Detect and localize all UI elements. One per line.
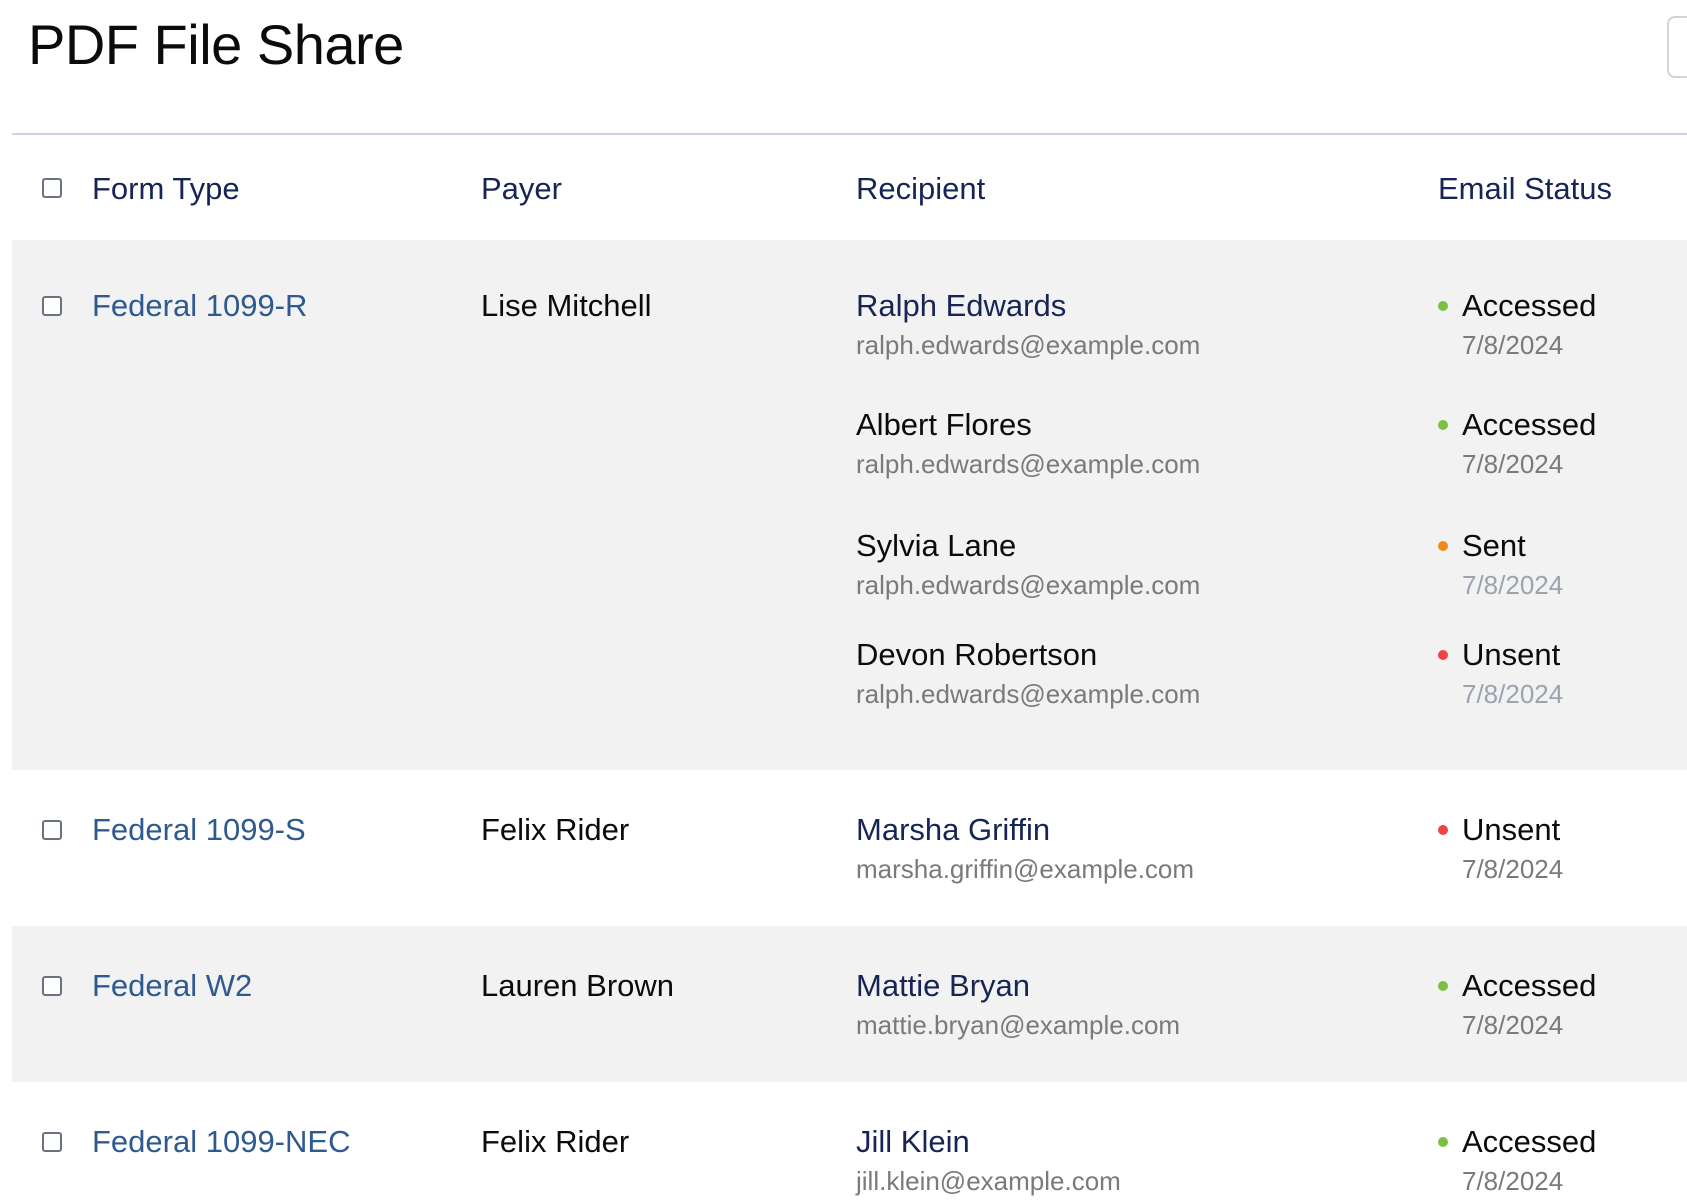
status-dot-icon — [1438, 301, 1448, 311]
recipient-entry: Devon Robertson ralph.edwards@example.co… — [856, 635, 1376, 711]
table-row[interactable]: Federal 1099-R Lise Mitchell Ralph Edwar… — [12, 240, 1687, 770]
row-checkbox[interactable] — [42, 1132, 62, 1152]
toolbar-button[interactable] — [1667, 16, 1687, 78]
header-payer[interactable]: Payer — [481, 169, 562, 209]
recipient-name: Albert Flores — [856, 407, 1032, 442]
recipient-name: Marsha Griffin — [856, 812, 1051, 847]
status-dot-icon — [1438, 1137, 1448, 1147]
table-row[interactable]: Federal 1099-S Felix Rider Marsha Griffi… — [12, 770, 1687, 926]
table-row[interactable]: Federal W2 Lauren Brown Mattie Bryan mat… — [12, 926, 1687, 1082]
recipient-name: Devon Robertson — [856, 637, 1098, 672]
status-dot-icon — [1438, 650, 1448, 660]
header-recipient[interactable]: Recipient — [856, 169, 985, 209]
status-label: Accessed — [1438, 966, 1687, 1006]
payer-name: Lise Mitchell — [481, 288, 652, 323]
status-date: 7/8/2024 — [1462, 449, 1564, 479]
form-type-link[interactable]: Federal W2 — [92, 966, 252, 1006]
status-dot-icon — [1438, 981, 1448, 991]
status-date: 7/8/2024 — [1462, 1166, 1564, 1196]
recipient-entry: Albert Flores ralph.edwards@example.com — [856, 405, 1376, 481]
recipient-email: ralph.edwards@example.com — [856, 570, 1201, 600]
email-status: Sent 7/8/2024 — [1438, 526, 1687, 602]
recipient-email: ralph.edwards@example.com — [856, 449, 1201, 479]
payer-name: Lauren Brown — [481, 968, 675, 1003]
recipient-entry: Marsha Griffin marsha.griffin@example.co… — [856, 810, 1376, 886]
email-status: Unsent 7/8/2024 — [1438, 635, 1687, 711]
table-row[interactable]: Federal 1099-NEC Felix Rider Jill Klein … — [12, 1082, 1687, 1200]
header-email-status[interactable]: Email Status — [1438, 169, 1612, 209]
select-all-checkbox[interactable] — [42, 178, 62, 198]
status-date: 7/8/2024 — [1462, 854, 1564, 884]
recipient-entry: Sylvia Lane ralph.edwards@example.com — [856, 526, 1376, 602]
status-label: Accessed — [1438, 405, 1687, 445]
recipient-email: ralph.edwards@example.com — [856, 330, 1201, 360]
status-date: 7/8/2024 — [1462, 679, 1564, 709]
table-header-row: Form Type Payer Recipient Email Status — [12, 135, 1687, 240]
status-label: Accessed — [1438, 1122, 1687, 1162]
status-dot-icon — [1438, 825, 1448, 835]
status-label: Sent — [1438, 526, 1687, 566]
status-dot-icon — [1438, 541, 1448, 551]
status-dot-icon — [1438, 420, 1448, 430]
file-share-table: Form Type Payer Recipient Email Status F… — [12, 135, 1687, 1200]
email-status: Accessed 7/8/2024 — [1438, 405, 1687, 481]
email-status: Unsent 7/8/2024 — [1438, 810, 1687, 886]
form-type-link[interactable]: Federal 1099-R — [92, 286, 307, 326]
recipient-name: Mattie Bryan — [856, 968, 1031, 1003]
status-label: Accessed — [1438, 286, 1687, 326]
recipient-name: Ralph Edwards — [856, 288, 1067, 323]
recipient-name: Sylvia Lane — [856, 528, 1017, 563]
recipient-email: ralph.edwards@example.com — [856, 679, 1201, 709]
status-date: 7/8/2024 — [1462, 570, 1564, 600]
recipient-email: jill.klein@example.com — [856, 1166, 1121, 1196]
recipient-name: Jill Klein — [856, 1124, 970, 1159]
status-date: 7/8/2024 — [1462, 1010, 1564, 1040]
email-status: Accessed 7/8/2024 — [1438, 966, 1687, 1042]
recipient-entry: Jill Klein jill.klein@example.com — [856, 1122, 1376, 1198]
email-status: Accessed 7/8/2024 — [1438, 1122, 1687, 1198]
row-checkbox[interactable] — [42, 820, 62, 840]
status-label: Unsent — [1438, 635, 1687, 675]
form-type-link[interactable]: Federal 1099-S — [92, 810, 306, 850]
pdf-file-share-page: PDF File Share Form Type Payer Recipient… — [0, 0, 1687, 1200]
payer-name: Felix Rider — [481, 1124, 630, 1159]
header-form-type[interactable]: Form Type — [92, 169, 240, 209]
recipient-entry: Mattie Bryan mattie.bryan@example.com — [856, 966, 1376, 1042]
recipient-email: mattie.bryan@example.com — [856, 1010, 1181, 1040]
payer-name: Felix Rider — [481, 812, 630, 847]
email-status: Accessed 7/8/2024 — [1438, 286, 1687, 362]
recipient-email: marsha.griffin@example.com — [856, 854, 1195, 884]
recipient-entry: Ralph Edwards ralph.edwards@example.com — [856, 286, 1376, 362]
row-checkbox[interactable] — [42, 296, 62, 316]
page-title: PDF File Share — [28, 13, 404, 76]
status-date: 7/8/2024 — [1462, 330, 1564, 360]
status-label: Unsent — [1438, 810, 1687, 850]
form-type-link[interactable]: Federal 1099-NEC — [92, 1122, 350, 1162]
row-checkbox[interactable] — [42, 976, 62, 996]
